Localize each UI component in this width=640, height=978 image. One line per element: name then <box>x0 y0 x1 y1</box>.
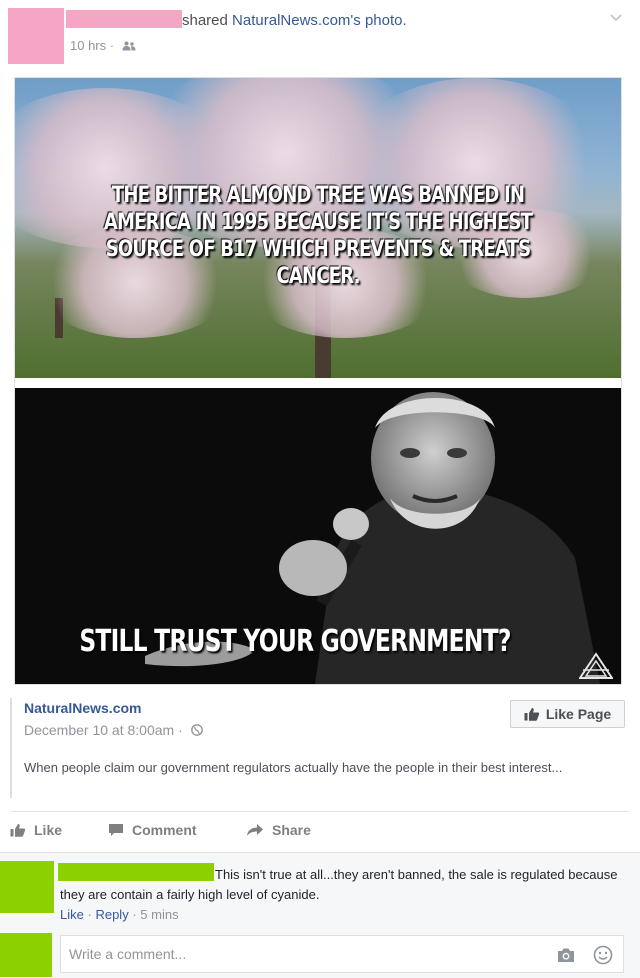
comment-composer[interactable] <box>60 935 624 973</box>
like-label: Like <box>34 822 63 838</box>
comment-meta-separator: · <box>132 907 137 922</box>
thumbs-up-icon <box>10 824 26 837</box>
source-date-text[interactable]: December 10 at 8:00am <box>24 722 174 738</box>
poster-avatar-redacted[interactable] <box>8 8 64 64</box>
share-label: Share <box>272 822 311 838</box>
photo-divider <box>15 378 621 388</box>
comedian-panel: STILL TRUST YOUR GOVERNMENT? <box>15 388 621 684</box>
chevron-down-icon[interactable] <box>609 10 623 24</box>
viewer-avatar-redacted <box>0 933 52 977</box>
share-button[interactable]: Share <box>246 822 311 838</box>
shared-photo[interactable]: THE BITTER ALMOND TREE WAS BANNED IN AME… <box>14 77 622 685</box>
comment-button[interactable]: Comment <box>108 822 197 838</box>
almond-tree-panel: THE BITTER ALMOND TREE WAS BANNED IN AME… <box>15 78 621 378</box>
friends-icon[interactable] <box>122 41 136 51</box>
post-meta: 10 hrs · <box>70 38 136 53</box>
top-caption: THE BITTER ALMOND TREE WAS BANNED IN AME… <box>103 183 533 289</box>
photo-link[interactable]: photo. <box>365 12 407 29</box>
page-link[interactable]: NaturalNews.com's <box>232 12 361 29</box>
post-time[interactable]: 10 hrs <box>70 38 106 53</box>
header-action: shared <box>182 12 228 29</box>
date-separator: · <box>178 722 183 738</box>
speech-bubble-icon <box>109 824 123 836</box>
comment-input[interactable] <box>61 936 541 972</box>
post-header-line: shared NaturalNews.com's photo. <box>182 12 407 29</box>
commenter-avatar-redacted[interactable] <box>0 861 54 913</box>
thumbs-up-icon <box>524 708 540 721</box>
post-action-bar: Like Comment Share <box>10 812 630 852</box>
bottom-caption: STILL TRUST YOUR GOVERNMENT? <box>79 624 511 659</box>
camera-icon[interactable] <box>557 947 575 963</box>
comment-label: Comment <box>132 822 197 838</box>
share-arrow-icon <box>247 824 263 836</box>
meta-separator: · <box>109 38 115 53</box>
link-description: When people claim our government regulat… <box>24 760 563 775</box>
like-page-label: Like Page <box>545 706 612 722</box>
poster-name-redacted[interactable] <box>66 10 182 28</box>
post-header: shared NaturalNews.com's photo. 10 hrs · <box>0 0 640 72</box>
attribution-bar <box>10 698 12 798</box>
source-name[interactable]: NaturalNews.com <box>24 700 141 716</box>
commenter-name-redacted[interactable] <box>58 863 214 881</box>
comment-time[interactable]: 5 mins <box>140 907 178 922</box>
smiley-icon[interactable] <box>593 945 613 965</box>
watermark-logo <box>579 652 613 679</box>
comment-like-link[interactable]: Like <box>60 907 84 922</box>
comment-meta-separator: · <box>87 907 92 922</box>
like-button[interactable]: Like <box>10 822 62 838</box>
globe-icon <box>190 724 203 736</box>
comment-meta: Like · Reply · 5 mins <box>60 907 179 922</box>
comments-section: This isn't true at all...they aren't ban… <box>0 852 640 978</box>
like-page-button[interactable]: Like Page <box>510 700 625 728</box>
source-date: December 10 at 8:00am · <box>24 722 203 738</box>
link-attribution: NaturalNews.com December 10 at 8:00am · … <box>10 692 630 800</box>
comment-reply-link[interactable]: Reply <box>95 907 128 922</box>
